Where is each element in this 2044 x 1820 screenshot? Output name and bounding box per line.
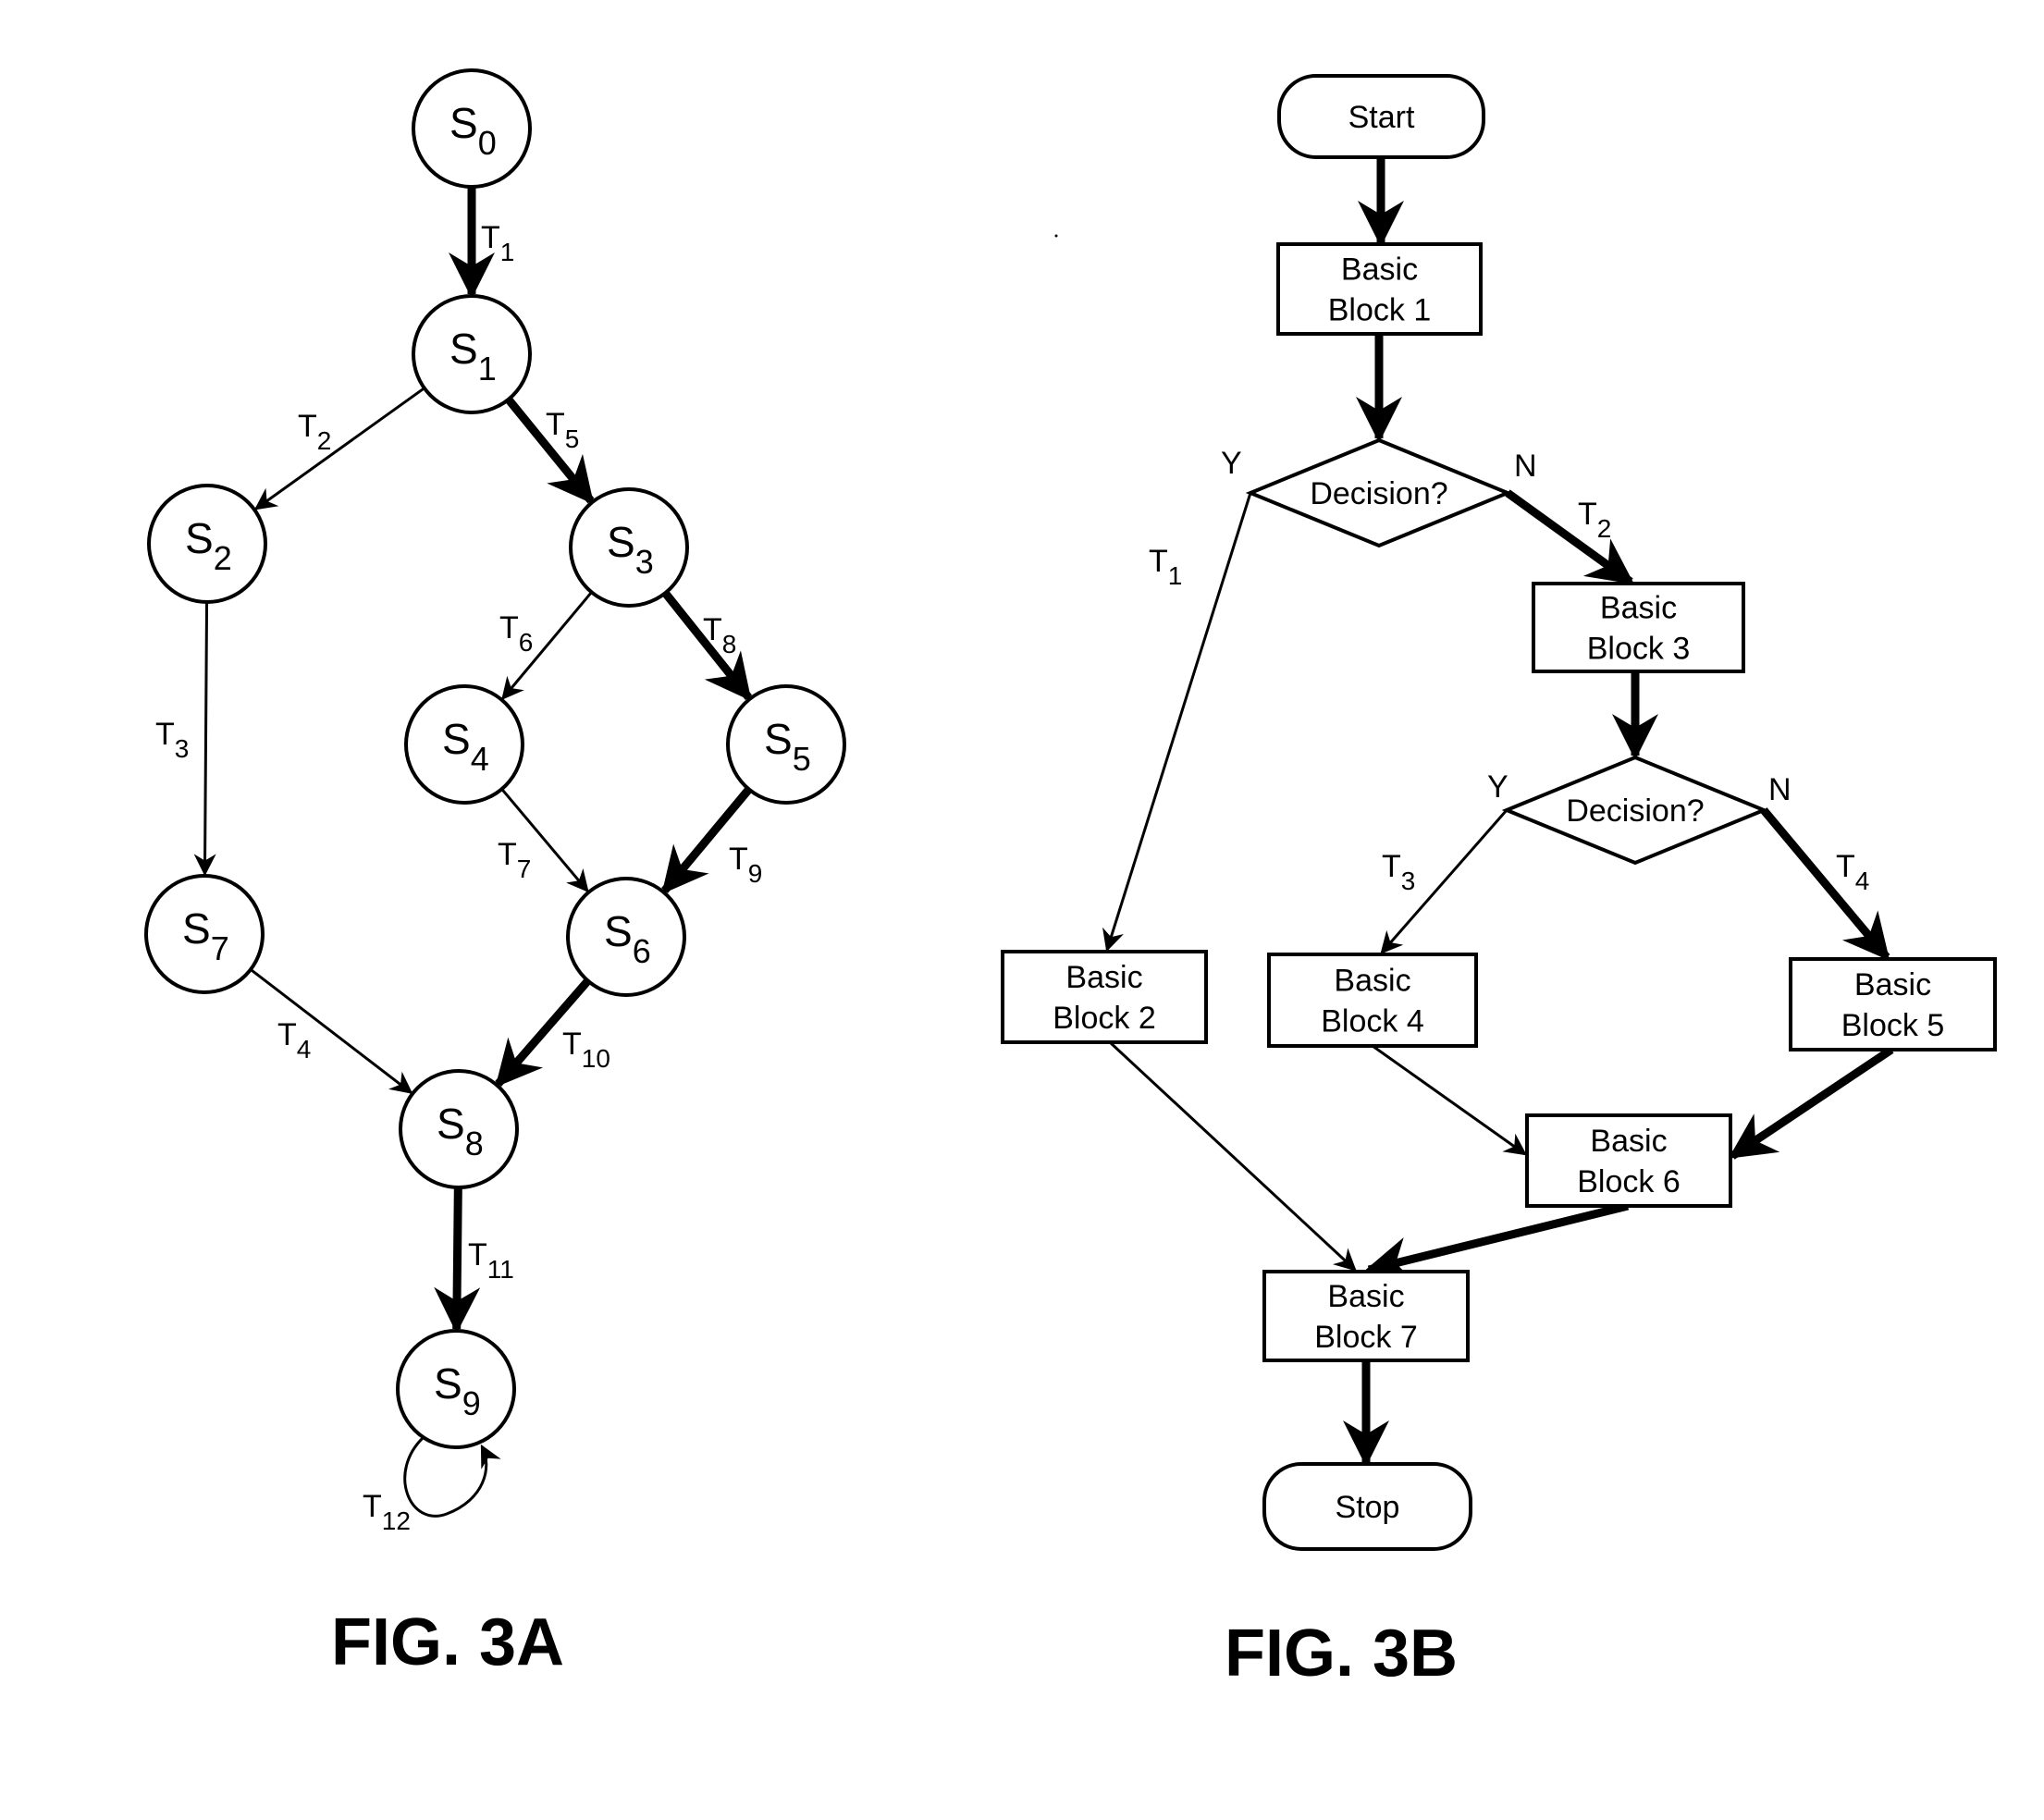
transition-label-t6: T6	[499, 610, 533, 657]
state-node-s3: S3	[569, 487, 689, 608]
flow-node-text: Stop	[1336, 1490, 1400, 1525]
transition-label-t9: T9	[729, 842, 762, 888]
flow-node-bb1: Basic Block 1	[1276, 242, 1483, 336]
flow-node-text: Basic	[1065, 960, 1142, 995]
fig-3b-caption: FIG. 3B	[1225, 1617, 1458, 1691]
flow-edge-bb6-bb7	[1364, 1201, 1630, 1283]
state-node-s6: S6	[566, 877, 686, 997]
fig-3a-caption: FIG. 3A	[331, 1605, 564, 1679]
flow-node-bb2: Basic Block 2	[1001, 950, 1208, 1044]
flow-node-start: Start	[1277, 74, 1485, 159]
transition-edge-t11	[434, 1187, 481, 1334]
flow-node-text: Block 5	[1841, 1008, 1945, 1043]
patent-figures-canvas: S0S1S2 S3S4 S5S6S7S8S9 T1T2 T5T3T6 T8T7 T9T4 T…	[144, 68, 1997, 1691]
flow-node-bb5: Basic Block 5	[1789, 957, 1997, 1051]
flow-edge-bb4-bb6	[1372, 1044, 1527, 1156]
transition-edge-t4	[250, 968, 413, 1094]
flow-edge-d1-bb3	[1505, 489, 1635, 585]
transition-label-t11: T11	[468, 1237, 514, 1284]
state-node-s1: S1	[412, 294, 532, 414]
branch-label-n: N	[1768, 772, 1792, 807]
flow-node-bb4: Basic Block 4	[1267, 953, 1478, 1048]
fig-3a-state-graph: S0S1S2 S3S4 S5S6S7S8S9 T1T2 T5T3T6 T8T7 T9T4 T…	[144, 68, 846, 1679]
transition-label-t3: T3	[155, 717, 189, 763]
flow-node-text: Basic	[1327, 1279, 1404, 1314]
flow-edge-bb5-bb6	[1728, 1046, 1894, 1160]
scan-speck	[1054, 234, 1058, 238]
transition-label-t10: T10	[562, 1027, 610, 1073]
state-node-s9: S9	[396, 1329, 516, 1449]
flow-node-text: Basic	[1341, 252, 1418, 288]
flow-node-text: Basic	[1600, 591, 1677, 626]
flow-node-text: Block 2	[1053, 1001, 1156, 1036]
flow-transition-label: T3	[1382, 849, 1415, 895]
flow-node-text: Start	[1348, 100, 1415, 135]
flow-node-text: Block 3	[1587, 632, 1691, 667]
flow-node-text: Basic	[1590, 1124, 1667, 1159]
transition-label-t7: T7	[498, 837, 531, 883]
flow-node-stop: Stop	[1262, 1462, 1472, 1551]
flow-transition-label: T4	[1836, 849, 1869, 895]
flow-node-d1: Decision?	[1245, 437, 1513, 548]
flow-node-text: Decision?	[1566, 793, 1704, 829]
flow-transition-label: T2	[1578, 497, 1611, 543]
flow-node-text: Basic	[1854, 967, 1931, 1002]
state-node-s5: S5	[726, 684, 846, 805]
flow-node-bb7: Basic Block 7	[1262, 1270, 1470, 1362]
transition-label-t12: T12	[363, 1489, 411, 1535]
flow-node-text: Block 7	[1314, 1320, 1418, 1355]
flow-node-text: Block 4	[1321, 1004, 1424, 1039]
state-node-s7: S7	[144, 874, 265, 994]
flow-node-d2: Decision?	[1501, 755, 1769, 866]
branch-label-y: Y	[1221, 446, 1242, 481]
transition-edge-t3	[193, 601, 216, 877]
transition-label-t4: T4	[277, 1017, 311, 1064]
fig-3b-flowchart: StartBasicBlock 1Decision?BasicBlock 2Ba…	[1001, 74, 1997, 1691]
transition-label-t2: T2	[298, 409, 331, 455]
state-node-s8: S8	[399, 1069, 519, 1189]
transition-edge-t12	[403, 1435, 501, 1518]
flow-node-text: Decision?	[1310, 476, 1447, 511]
flow-node-text: Basic	[1334, 964, 1410, 999]
state-node-s4: S4	[404, 684, 524, 805]
flow-node-bb3: Basic Block 3	[1532, 582, 1745, 673]
flow-edge-bb2-bb7	[1108, 1040, 1357, 1272]
branch-label-n: N	[1514, 449, 1537, 484]
flow-node-bb6: Basic Block 6	[1525, 1113, 1732, 1208]
state-node-s2: S2	[147, 484, 267, 604]
branch-label-y: Y	[1487, 769, 1508, 805]
transition-edge-t2	[253, 387, 425, 510]
transition-label-t1: T1	[481, 220, 514, 266]
flow-node-text: Block 6	[1577, 1164, 1681, 1199]
flow-node-text: Block 1	[1328, 293, 1432, 328]
flow-transition-label: T1	[1149, 544, 1182, 590]
state-node-s0: S0	[412, 68, 532, 189]
